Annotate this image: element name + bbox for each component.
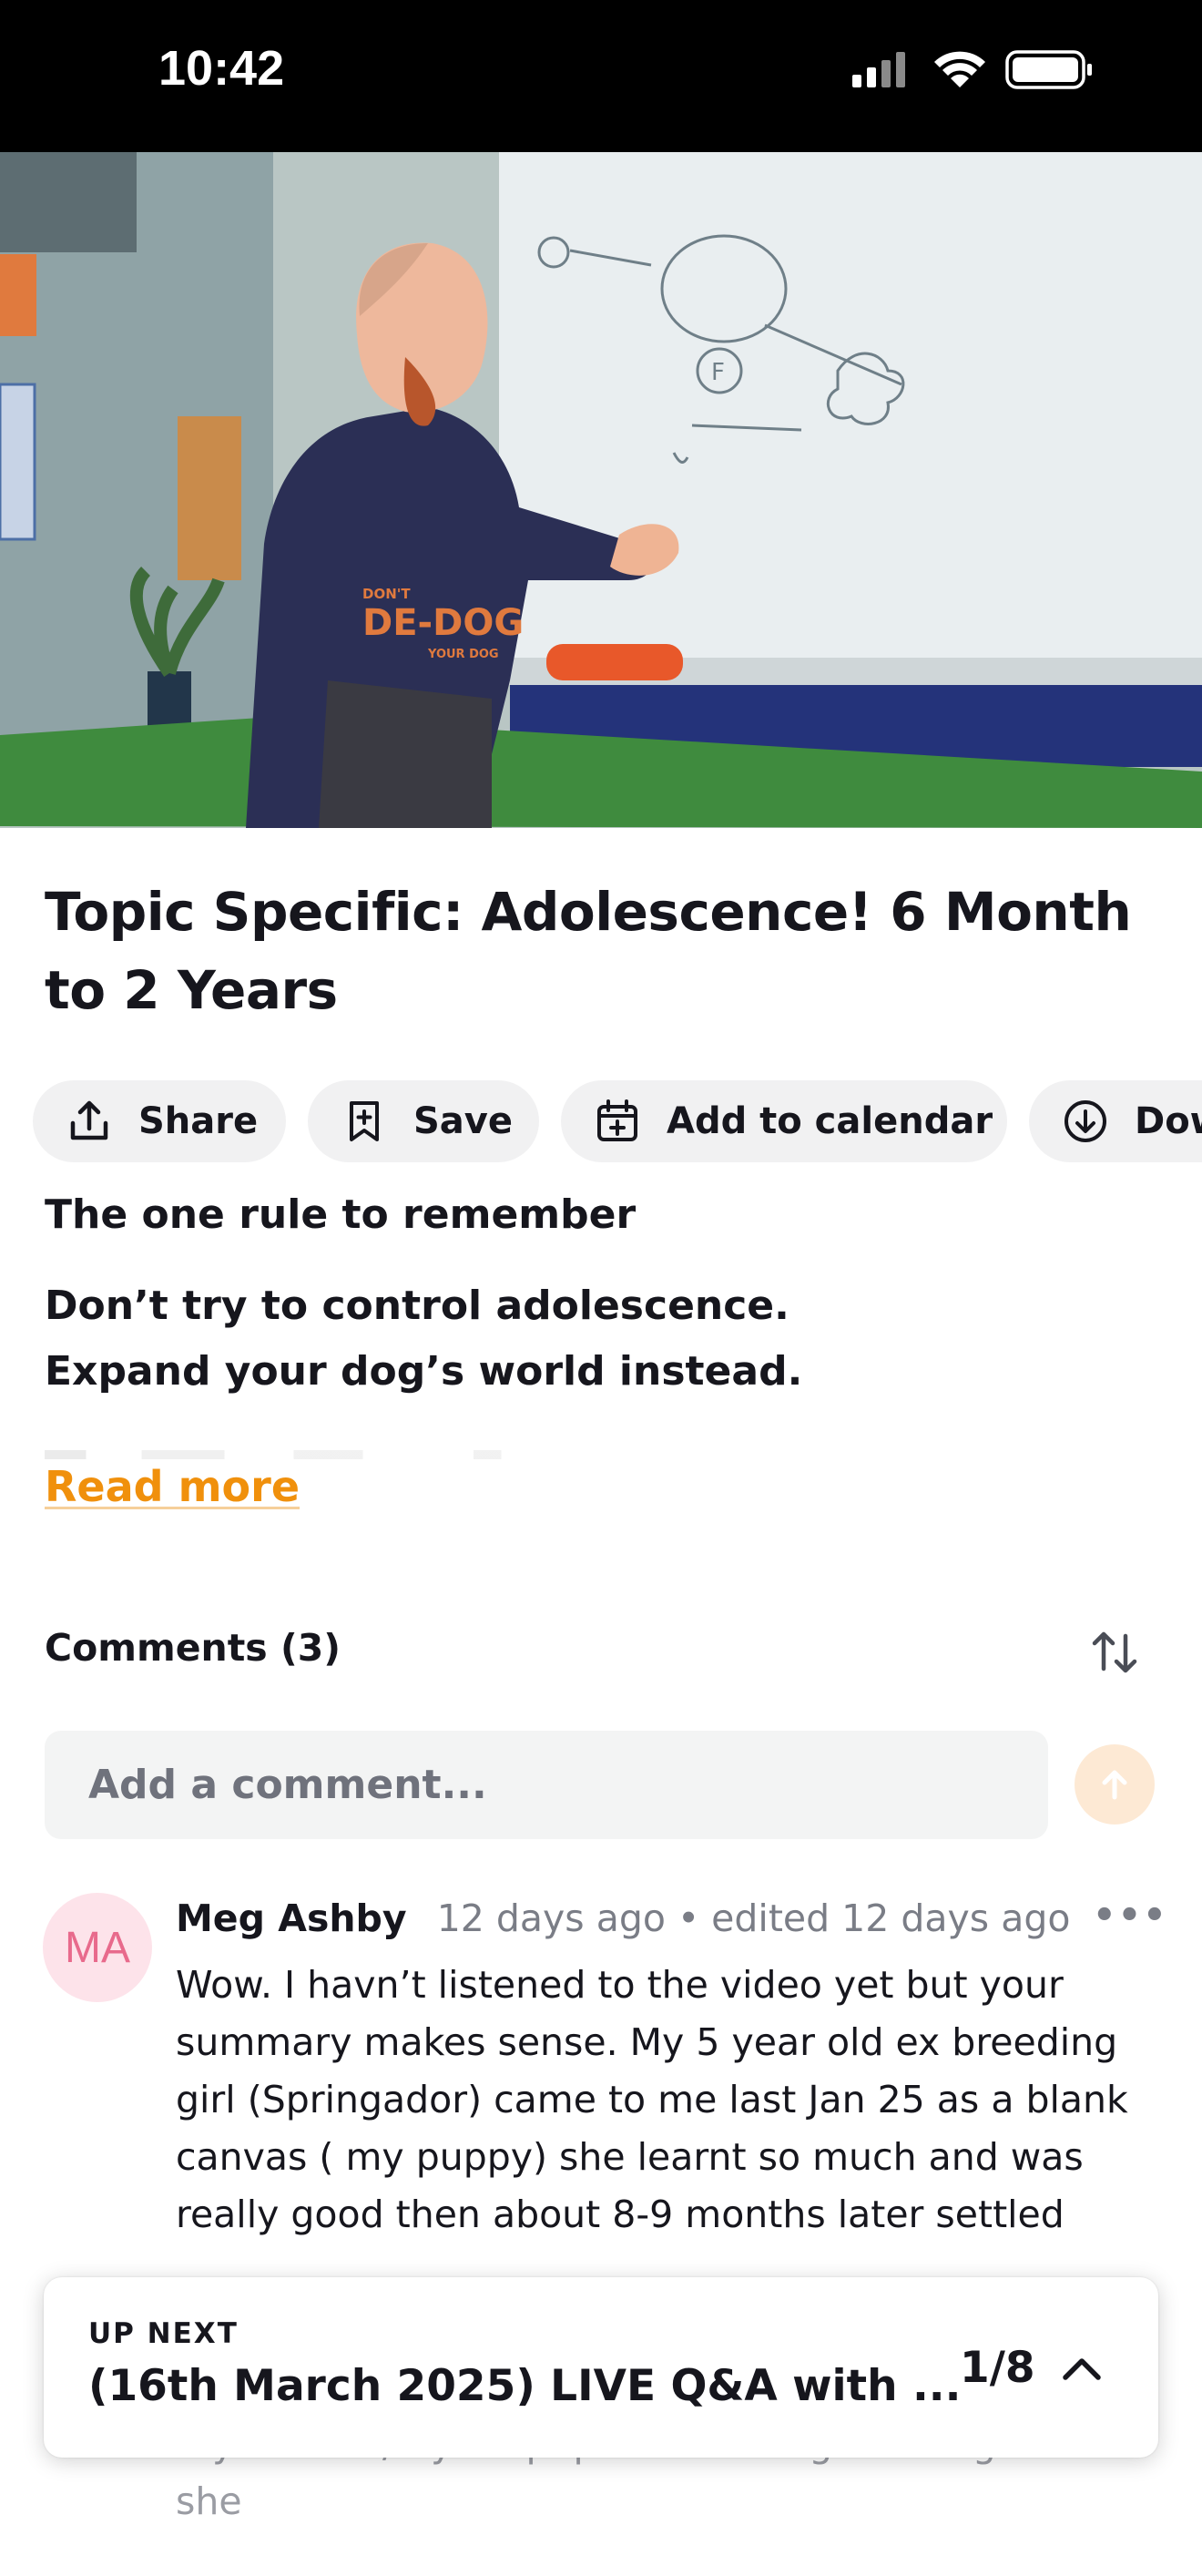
download-icon xyxy=(1060,1096,1111,1147)
video-thumbnail: F DON'T DE-DOG YOUR DOG xyxy=(0,152,1202,828)
send-comment-button[interactable] xyxy=(1075,1744,1155,1825)
up-next-title: (16th March 2025) LIVE Q&A with ... xyxy=(88,2361,962,2411)
wifi-icon xyxy=(934,51,985,87)
add-to-calendar-label: Add to calendar xyxy=(667,1100,993,1142)
comments-header: Comments (3) xyxy=(45,1626,341,1670)
add-to-calendar-button[interactable]: Add to calendar xyxy=(561,1080,1007,1162)
description-line: Don’t try to control adolescence. xyxy=(45,1283,789,1329)
read-more-link[interactable]: Read more xyxy=(45,1462,300,1511)
svg-text:DON'T: DON'T xyxy=(362,586,411,602)
sort-arrows-icon[interactable] xyxy=(1085,1623,1144,1682)
svg-text:YOUR DOG: YOUR DOG xyxy=(427,648,499,661)
post-title: Topic Specific: Adolescence! 6 Month to … xyxy=(45,881,1132,1021)
comment-author[interactable]: Meg Ashby xyxy=(176,1896,407,1940)
description-line: Expand your dog’s world instead. xyxy=(45,1348,803,1395)
description-body: Don’t try to control adolescence. Expand… xyxy=(45,1273,1137,1405)
description-heading: The one rule to remember xyxy=(45,1191,637,1238)
battery-icon xyxy=(1005,50,1092,89)
comment-timestamp: 12 days ago • edited 12 days ago xyxy=(436,1896,1071,1940)
share-button[interactable]: Share xyxy=(33,1080,286,1162)
status-time: 10:42 xyxy=(158,41,285,96)
cellular-signal-icon xyxy=(852,52,905,87)
ellipsis-icon[interactable]: ••• xyxy=(1093,1895,1168,1937)
share-label: Share xyxy=(138,1100,259,1142)
status-bar: 10:42 xyxy=(0,0,1202,152)
download-label: Dow xyxy=(1135,1100,1202,1142)
status-icons xyxy=(852,50,1092,89)
comment-input[interactable] xyxy=(45,1731,1048,1839)
bookmark-plus-icon xyxy=(339,1096,390,1147)
svg-text:F: F xyxy=(711,359,725,386)
save-button[interactable]: Save xyxy=(308,1080,539,1162)
share-icon xyxy=(64,1096,115,1147)
video-player[interactable]: F DON'T DE-DOG YOUR DOG xyxy=(0,152,1202,828)
up-next-count: 1/8 xyxy=(960,2343,1035,2393)
up-next-label: UP NEXT xyxy=(88,2317,239,2350)
up-next-card[interactable]: UP NEXT (16th March 2025) LIVE Q&A with … xyxy=(44,2277,1158,2458)
avatar[interactable]: MA xyxy=(43,1893,152,2002)
calendar-plus-icon xyxy=(592,1096,643,1147)
send-arrow-up-icon xyxy=(1102,1770,1127,1800)
comment-body: Wow. I havn’t listened to the video yet … xyxy=(176,1963,1128,2236)
comment-meta: Meg Ashby 12 days ago • edited 12 days a… xyxy=(176,1896,1070,1940)
description-fade xyxy=(45,1450,737,1459)
download-button[interactable]: Dow xyxy=(1029,1080,1202,1162)
svg-text:DE-DOG: DE-DOG xyxy=(362,602,524,644)
chevron-up-icon[interactable] xyxy=(1054,2341,1109,2396)
action-chips: Share Save Add to calendar Dow xyxy=(33,1080,1202,1162)
save-label: Save xyxy=(413,1100,514,1142)
